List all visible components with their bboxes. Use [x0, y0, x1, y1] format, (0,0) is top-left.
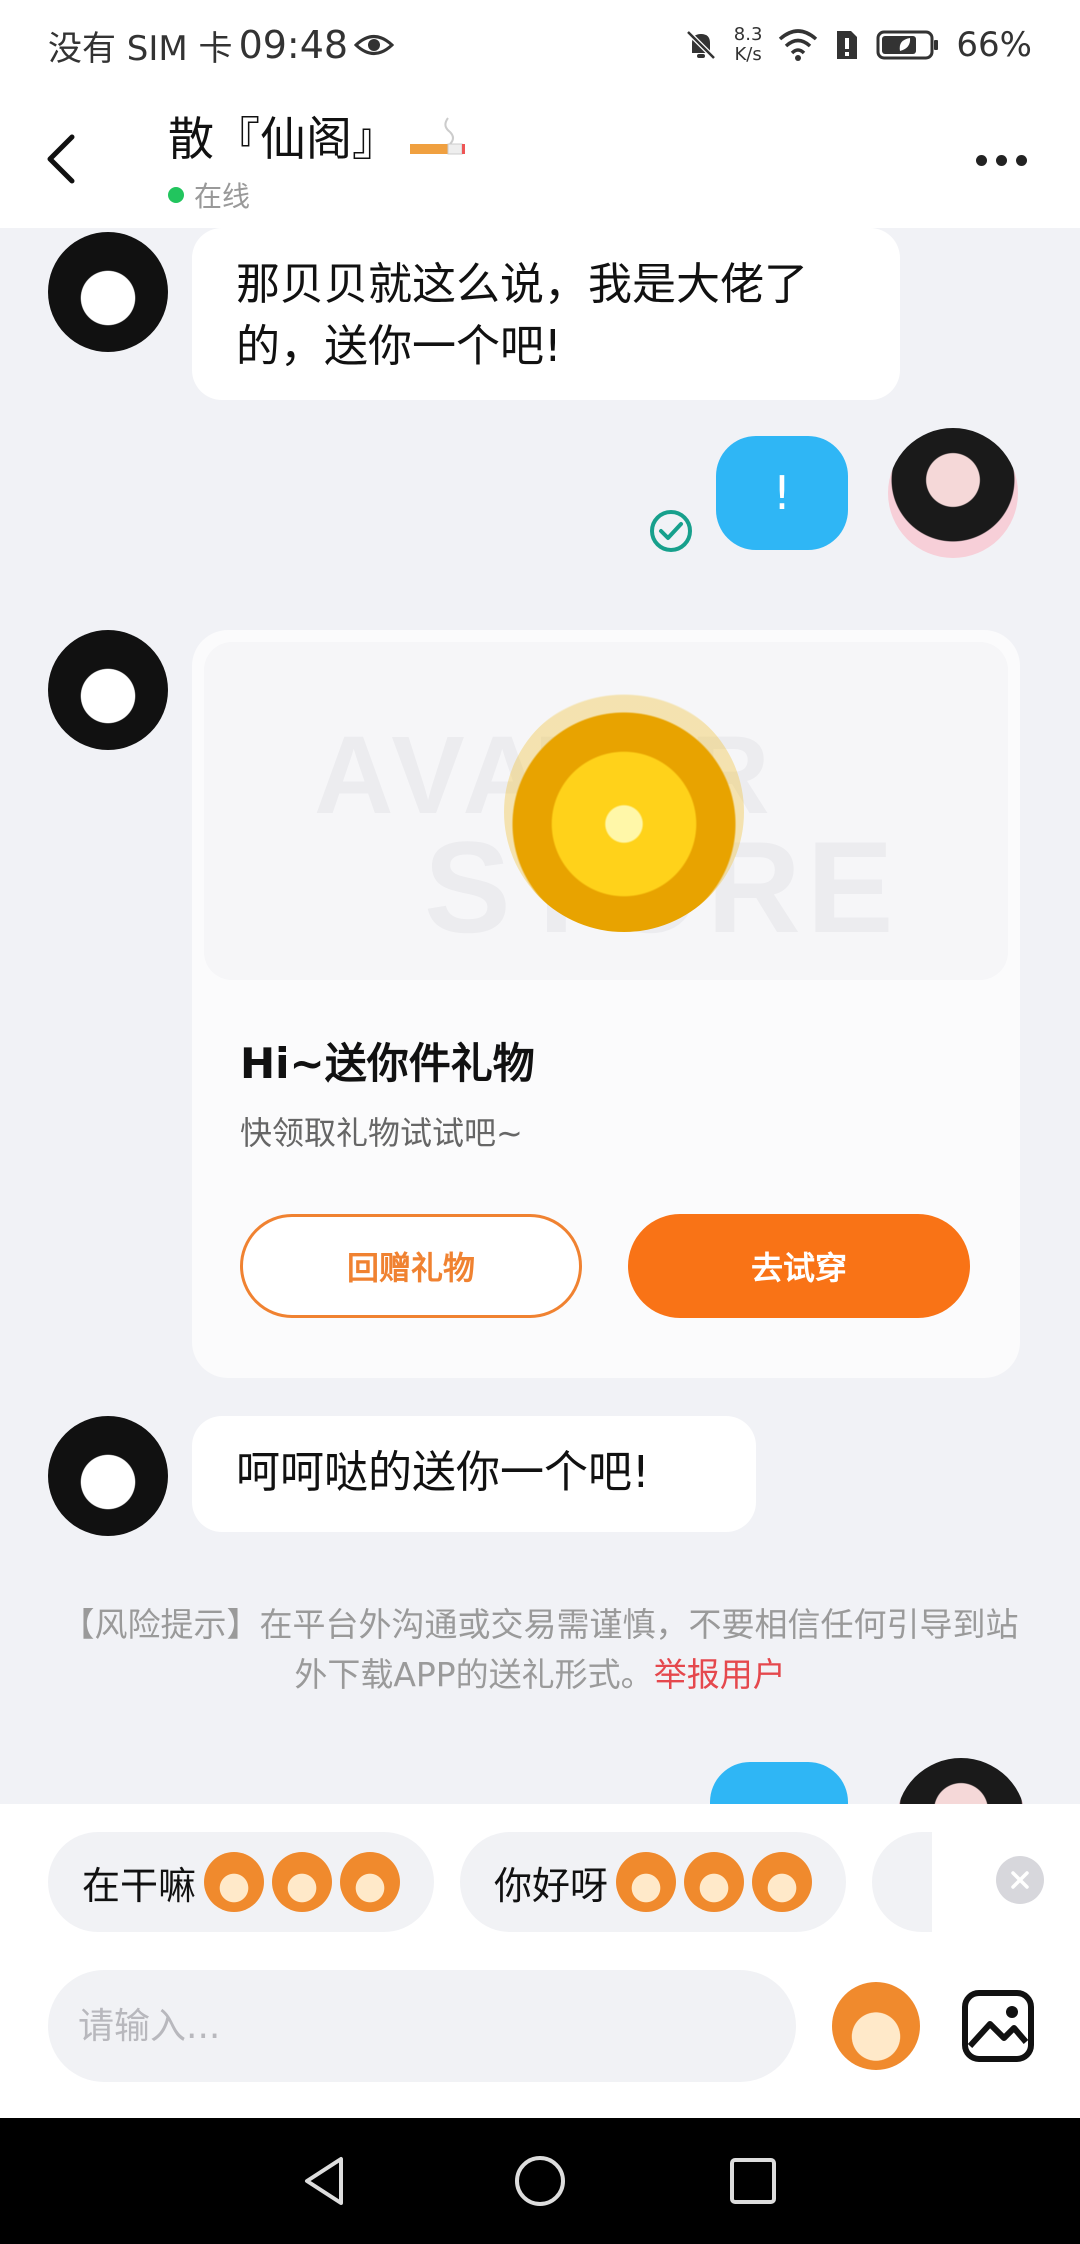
- input-row: [48, 1970, 1048, 2082]
- chevron-left-icon: [47, 134, 75, 184]
- message-input[interactable]: [48, 1970, 796, 2082]
- my-message-bubble[interactable]: !: [716, 436, 848, 550]
- title-row: 散『仙阁』: [168, 103, 466, 169]
- risk-notice-text: 【风险提示】在平台外沟通或交易需谨慎，不要相信任何引导到站外下载APP的送礼形式…: [61, 1605, 1019, 1694]
- message-text: 呵呵哒的送你一个吧!: [236, 1447, 650, 1498]
- grin-emoji-icon: [204, 1852, 265, 1912]
- quick-reply-row[interactable]: 在干嘛 你好呀: [48, 1832, 1080, 1932]
- more-dot-icon: [995, 154, 1007, 166]
- contact-avatar[interactable]: [48, 1416, 168, 1536]
- chat-header: 散『仙阁』 在线: [0, 90, 1080, 228]
- report-user-link[interactable]: 举报用户: [654, 1655, 786, 1694]
- mute-bell-icon: [686, 30, 716, 60]
- smile-emoji-icon: [752, 1852, 813, 1912]
- net-speed-value: 8.3: [733, 24, 763, 45]
- sim-alert-icon: [837, 31, 858, 59]
- composer-panel: 在干嘛 你好呀: [0, 1804, 1080, 2118]
- close-quick-replies-button[interactable]: [996, 1856, 1044, 1904]
- chat-screen: 没有 SIM 卡 09:48 8.3 K/s 66% 散『仙阁』 在线 那贝贝就…: [0, 0, 1080, 2244]
- nav-back-icon[interactable]: [297, 2151, 357, 2211]
- quick-reply-chip[interactable]: 在干嘛: [48, 1832, 435, 1932]
- status-bar: 没有 SIM 卡 09:48 8.3 K/s 66%: [0, 0, 1080, 90]
- gift-title: Hi~送你件礼物: [240, 1039, 535, 1088]
- title-block: 散『仙阁』 在线: [168, 103, 466, 215]
- try-on-button[interactable]: 去试穿: [628, 1214, 970, 1318]
- emoji-button[interactable]: [832, 1982, 920, 2070]
- contact-avatar[interactable]: [48, 630, 168, 750]
- quick-reply-chip[interactable]: 你好呀: [460, 1832, 847, 1932]
- online-status: 在线: [168, 175, 466, 215]
- nav-home-icon[interactable]: [510, 2151, 570, 2211]
- eye-icon: [354, 35, 395, 55]
- battery-percent: 66%: [956, 25, 1032, 65]
- wifi-icon: [779, 29, 818, 61]
- smile-emoji-icon: [684, 1852, 745, 1912]
- net-speed-unit: K/s: [734, 44, 762, 65]
- message-text: !: [772, 466, 792, 520]
- gift-image-area: AVATAR STORE: [204, 642, 1008, 980]
- grin-emoji-icon: [272, 1852, 333, 1912]
- my-avatar[interactable]: [896, 1758, 1026, 1804]
- system-nav-bar: [0, 2118, 1080, 2244]
- image-icon[interactable]: [960, 1988, 1036, 2064]
- message-bubble[interactable]: 那贝贝就这么说，我是大佬了的，送你一个吧!: [192, 228, 900, 400]
- more-dot-icon: [975, 154, 987, 166]
- check-circle-icon: [650, 510, 692, 552]
- risk-notice: 【风险提示】在平台外沟通或交易需谨慎，不要相信任何引导到站外下载APP的送礼形式…: [60, 1600, 1020, 1700]
- nav-recents-icon[interactable]: [723, 2151, 783, 2211]
- status-right: 8.3 K/s 66%: [684, 25, 1032, 65]
- message-list[interactable]: 那贝贝就这么说，我是大佬了的，送你一个吧! ! AVATAR STORE Hi~…: [0, 228, 1080, 1804]
- quick-reply-label: 你好呀: [494, 1863, 609, 1908]
- chat-title: 散『仙阁』: [168, 112, 398, 166]
- gift-card[interactable]: AVATAR STORE Hi~送你件礼物 快领取礼物试试吧~ 回赠礼物 去试穿: [192, 630, 1020, 1378]
- my-avatar[interactable]: [888, 428, 1018, 558]
- online-text: 在线: [194, 180, 251, 213]
- cigarette-icon: [410, 117, 465, 155]
- battery-icon: [876, 30, 939, 60]
- gift-image: [504, 692, 744, 932]
- smile-emoji-icon: [616, 1852, 677, 1912]
- gift-subtitle: 快领取礼物试试吧~: [240, 1114, 523, 1152]
- net-speed: 8.3 K/s: [734, 25, 763, 65]
- quick-reply-label: 在干嘛: [82, 1863, 197, 1908]
- my-message-bubble[interactable]: [710, 1762, 848, 1804]
- status-left: 没有 SIM 卡 09:48: [48, 21, 395, 70]
- close-icon: [1011, 1871, 1029, 1889]
- more-options-button[interactable]: [966, 130, 1036, 190]
- more-dot-icon: [1015, 154, 1027, 166]
- contact-avatar[interactable]: [48, 232, 168, 352]
- carrier-text: 没有 SIM 卡: [48, 28, 233, 69]
- grin-emoji-icon: [340, 1852, 401, 1912]
- return-gift-button[interactable]: 回赠礼物: [240, 1214, 582, 1318]
- quick-reply-chip[interactable]: [872, 1832, 933, 1932]
- message-bubble[interactable]: 呵呵哒的送你一个吧!: [192, 1416, 756, 1532]
- clock: 09:48: [238, 23, 349, 67]
- online-dot: [168, 187, 184, 203]
- back-button[interactable]: [0, 90, 120, 228]
- message-text: 那贝贝就这么说，我是大佬了的，送你一个吧!: [236, 259, 808, 372]
